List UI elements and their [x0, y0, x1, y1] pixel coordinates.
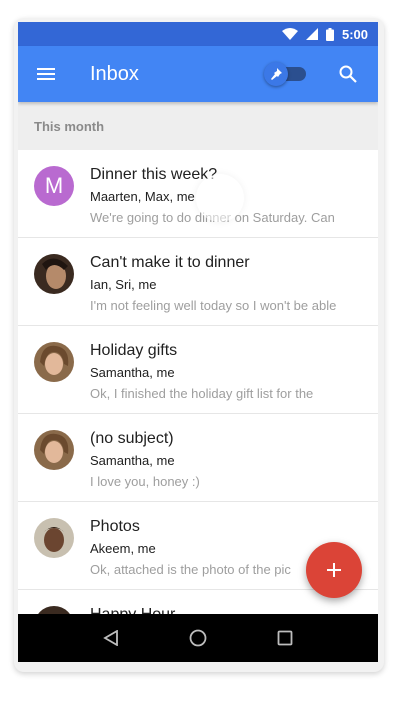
email-item[interactable]: Can't make it to dinner Ian, Sri, me I'm…: [18, 238, 378, 326]
home-icon: [189, 629, 207, 647]
email-senders: Samantha, me: [90, 453, 175, 468]
battery-icon: [325, 27, 334, 41]
menu-icon: [37, 68, 55, 80]
touch-ripple: [196, 174, 244, 222]
email-item[interactable]: Holiday gifts Samantha, me Ok, I finishe…: [18, 326, 378, 414]
email-item[interactable]: (no subject) Samantha, me I love you, ho…: [18, 414, 378, 502]
email-subject: Can't make it to dinner: [90, 254, 250, 271]
pin-icon: [271, 68, 282, 80]
back-icon: [103, 630, 119, 646]
email-snippet: Ok, I finished the holiday gift list for…: [90, 386, 314, 401]
email-senders: Ian, Sri, me: [90, 277, 157, 292]
email-subject: Holiday gifts: [90, 342, 178, 359]
phone-screen: 5:00 Inbox This month M Dinner this week…: [18, 22, 378, 662]
email-senders: Samantha, me: [90, 365, 175, 380]
search-icon: [339, 65, 357, 83]
plus-icon: [327, 563, 341, 577]
search-button[interactable]: [326, 46, 370, 102]
compose-button[interactable]: [306, 542, 362, 598]
recents-icon: [277, 630, 293, 646]
email-subject: Photos: [90, 518, 140, 535]
menu-button[interactable]: [18, 46, 74, 102]
avatar-letter: M: [44, 173, 64, 198]
app-bar: Inbox: [18, 46, 378, 102]
avatar: M: [34, 166, 74, 206]
avatar: [34, 430, 74, 470]
pin-toggle-thumb: [264, 62, 288, 86]
home-button[interactable]: [178, 618, 218, 658]
avatar: [34, 342, 74, 382]
pin-toggle[interactable]: [264, 62, 308, 86]
recents-button[interactable]: [265, 618, 305, 658]
signal-icon: [305, 28, 318, 40]
section-header: This month: [18, 102, 378, 150]
email-snippet: I'm not feeling well today so I won't be…: [90, 298, 337, 313]
avatar: [34, 518, 74, 558]
wifi-icon: [281, 28, 298, 40]
status-bar: 5:00: [18, 22, 378, 46]
page-title: Inbox: [90, 62, 139, 85]
email-subject: (no subject): [90, 430, 174, 447]
status-time: 5:00: [341, 26, 368, 42]
avatar: [34, 254, 74, 294]
email-snippet: I love you, honey :): [90, 474, 200, 489]
back-button[interactable]: [91, 618, 131, 658]
navigation-bar: [18, 614, 378, 662]
